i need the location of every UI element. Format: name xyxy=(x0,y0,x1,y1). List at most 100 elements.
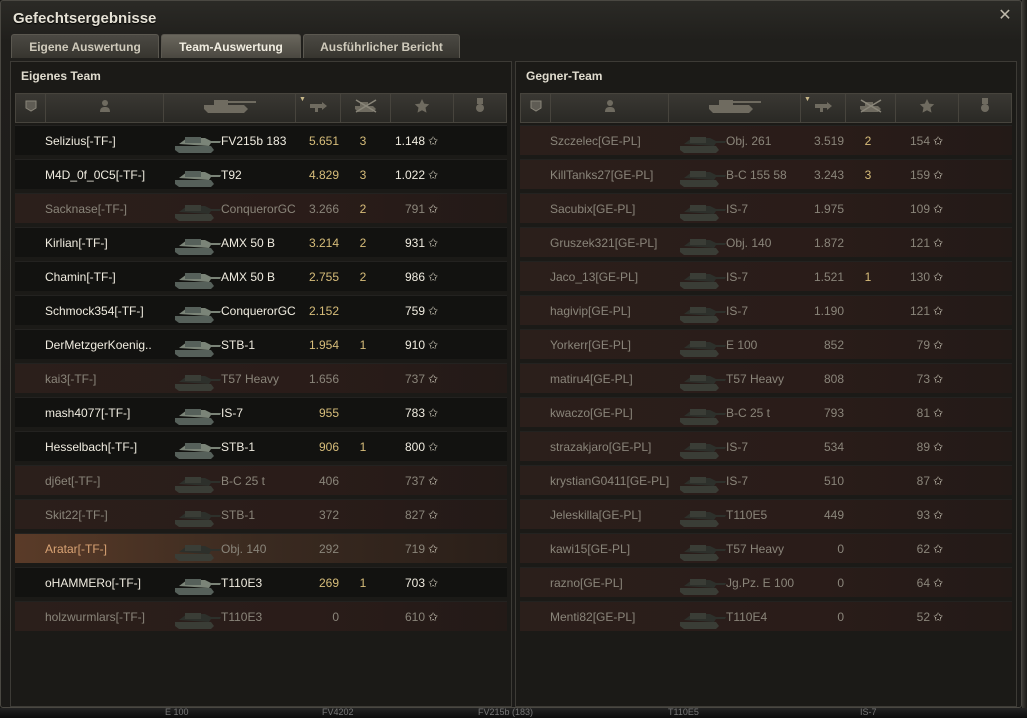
player-row[interactable]: razno[GE-PL] Jg.Pz. E 100 0 64 ✩ xyxy=(520,567,1012,597)
tank-name: T110E5 xyxy=(726,507,768,522)
damage-value: 3.214 xyxy=(308,235,339,250)
xp-value: 154 xyxy=(909,133,930,148)
player-row[interactable]: Hesselbach[-TF-] STB-1 906 1 800 ✩ xyxy=(15,431,507,461)
column-header-player[interactable] xyxy=(46,94,164,122)
player-row[interactable]: Kirlian[-TF-] AMX 50 B 3.214 2 931 ✩ xyxy=(15,227,507,257)
damage-value: 449 xyxy=(823,507,844,522)
kills-value: 1 xyxy=(864,269,872,284)
tank-image-icon xyxy=(678,400,728,426)
player-row[interactable]: mash4077[-TF-] IS-7 955 783 ✩ xyxy=(15,397,507,427)
player-row[interactable]: Yorkerr[GE-PL] E 100 852 79 ✩ xyxy=(520,329,1012,359)
damage-value: 4.829 xyxy=(308,167,339,182)
damage-value: 808 xyxy=(823,371,844,386)
column-header-medal[interactable] xyxy=(454,94,506,122)
tab-ausfuehrlicher-bericht[interactable]: Ausführlicher Bericht xyxy=(303,34,460,58)
player-row[interactable]: Sacubix[GE-PL] IS-7 1.975 109 ✩ xyxy=(520,193,1012,223)
player-row[interactable]: krystianG0411[GE-PL] IS-7 510 87 ✩ xyxy=(520,465,1012,495)
tank-name: T92 xyxy=(221,167,242,182)
column-header-kills[interactable] xyxy=(341,94,391,122)
column-header-kills[interactable] xyxy=(846,94,896,122)
xp-value: 79 xyxy=(916,337,930,352)
column-header-squad[interactable] xyxy=(16,94,46,122)
kills-icon xyxy=(352,98,380,118)
player-row[interactable]: Sacknase[-TF-] ConquerorGC 3.266 2 791 ✩ xyxy=(15,193,507,223)
player-row[interactable]: Aratar[-TF-] Obj. 140 292 719 ✩ xyxy=(15,533,507,563)
battle-results-window: Gefechtsergebnisse ✕ Eigene Auswertung T… xyxy=(0,0,1022,708)
xp-value: 159 xyxy=(909,167,930,182)
kills-value: 1 xyxy=(359,439,367,454)
player-row[interactable]: holzwurmlars[-TF-] T110E3 0 610 ✩ xyxy=(15,601,507,631)
damage-value: 852 xyxy=(823,337,844,352)
player-row[interactable]: strazakjaro[GE-PL] IS-7 534 89 ✩ xyxy=(520,431,1012,461)
star-icon: ✩ xyxy=(428,507,439,522)
player-row[interactable]: DerMetzgerKoenig.. STB-1 1.954 1 910 ✩ xyxy=(15,329,507,359)
player-row[interactable]: dj6et[-TF-] B-C 25 t 406 737 ✩ xyxy=(15,465,507,495)
own-team-header: ▼ xyxy=(15,93,507,123)
column-header-xp-star[interactable] xyxy=(896,94,959,122)
tank-image-icon xyxy=(678,468,728,494)
player-row[interactable]: oHAMMERo[-TF-] T110E3 269 1 703 ✩ xyxy=(15,567,507,597)
tab-eigene-auswertung[interactable]: Eigene Auswertung xyxy=(11,34,159,58)
player-row[interactable]: KillTanks27[GE-PL] B-C 155 58 3.243 3 159 ✩ xyxy=(520,159,1012,189)
kills-value: 2 xyxy=(359,269,367,284)
kills-value: 3 xyxy=(359,133,367,148)
xp-value: 121 xyxy=(909,303,930,318)
tab-team-auswertung[interactable]: Team-Auswertung xyxy=(161,34,301,58)
tank-icon xyxy=(200,98,260,119)
player-row[interactable]: Chamin[-TF-] AMX 50 B 2.755 2 986 ✩ xyxy=(15,261,507,291)
player-name: Jeleskilla[GE-PL] xyxy=(550,507,642,522)
damage-value: 955 xyxy=(318,405,339,420)
column-header-squad[interactable] xyxy=(521,94,551,122)
close-icon[interactable]: ✕ xyxy=(997,8,1013,24)
tank-image-icon xyxy=(678,298,728,324)
column-header-xp-star[interactable] xyxy=(391,94,454,122)
kills-icon xyxy=(857,98,885,118)
star-icon: ✩ xyxy=(933,609,944,624)
player-row[interactable]: Jaco_13[GE-PL] IS-7 1.521 1 130 ✩ xyxy=(520,261,1012,291)
player-row[interactable]: hagivip[GE-PL] IS-7 1.190 121 ✩ xyxy=(520,295,1012,325)
column-header-tank[interactable] xyxy=(669,94,801,122)
xp-value: 130 xyxy=(909,269,930,284)
column-header-damage[interactable]: ▼ xyxy=(296,94,341,122)
tank-image-icon xyxy=(173,332,223,358)
column-header-damage[interactable]: ▼ xyxy=(801,94,846,122)
player-name: holzwurmlars[-TF-] xyxy=(45,609,146,624)
damage-value: 1.656 xyxy=(308,371,339,386)
player-row[interactable]: Selizius[-TF-] FV215b 183 5.651 3 1.148 ✩ xyxy=(15,125,507,155)
star-icon: ✩ xyxy=(933,371,944,386)
background-strip-label: FV215b (183) xyxy=(478,708,534,717)
player-name: strazakjaro[GE-PL] xyxy=(550,439,652,454)
player-row[interactable]: kawi15[GE-PL] T57 Heavy 0 62 ✩ xyxy=(520,533,1012,563)
player-row[interactable]: Menti82[GE-PL] T110E4 0 52 ✩ xyxy=(520,601,1012,631)
star-icon: ✩ xyxy=(428,371,439,386)
player-row[interactable]: Szczelec[GE-PL] Obj. 261 3.519 2 154 ✩ xyxy=(520,125,1012,155)
player-row[interactable]: Schmock354[-TF-] ConquerorGC 2.152 759 ✩ xyxy=(15,295,507,325)
tank-image-icon xyxy=(173,604,223,630)
background-strip-label: E 100 xyxy=(165,708,189,717)
column-header-medal[interactable] xyxy=(959,94,1011,122)
tank-image-icon xyxy=(678,536,728,562)
xp-value: 81 xyxy=(916,405,930,420)
player-row[interactable]: M4D_0f_0C5[-TF-] T92 4.829 3 1.022 ✩ xyxy=(15,159,507,189)
column-header-player[interactable] xyxy=(551,94,669,122)
column-header-tank[interactable] xyxy=(164,94,296,122)
tank-name: STB-1 xyxy=(221,439,256,454)
tank-name: ConquerorGC xyxy=(221,201,296,216)
player-row[interactable]: kwaczo[GE-PL] B-C 25 t 793 81 ✩ xyxy=(520,397,1012,427)
player-row[interactable]: Gruszek321[GE-PL] Obj. 140 1.872 121 ✩ xyxy=(520,227,1012,257)
xp-value: 986 xyxy=(404,269,425,284)
tank-name: E 100 xyxy=(726,337,758,352)
xp-value: 89 xyxy=(916,439,930,454)
window-edge xyxy=(1022,0,1027,718)
player-row[interactable]: Jeleskilla[GE-PL] T110E5 449 93 ✩ xyxy=(520,499,1012,529)
player-row[interactable]: matiru4[GE-PL] T57 Heavy 808 73 ✩ xyxy=(520,363,1012,393)
damage-value: 793 xyxy=(823,405,844,420)
player-row[interactable]: Skit22[-TF-] STB-1 372 827 ✩ xyxy=(15,499,507,529)
tank-image-icon xyxy=(678,332,728,358)
tank-image-icon xyxy=(173,162,223,188)
damage-value: 3.243 xyxy=(813,167,844,182)
star-icon: ✩ xyxy=(933,473,944,488)
player-row[interactable]: kai3[-TF-] T57 Heavy 1.656 737 ✩ xyxy=(15,363,507,393)
star-icon: ✩ xyxy=(428,133,439,148)
damage-value: 0 xyxy=(837,541,844,556)
